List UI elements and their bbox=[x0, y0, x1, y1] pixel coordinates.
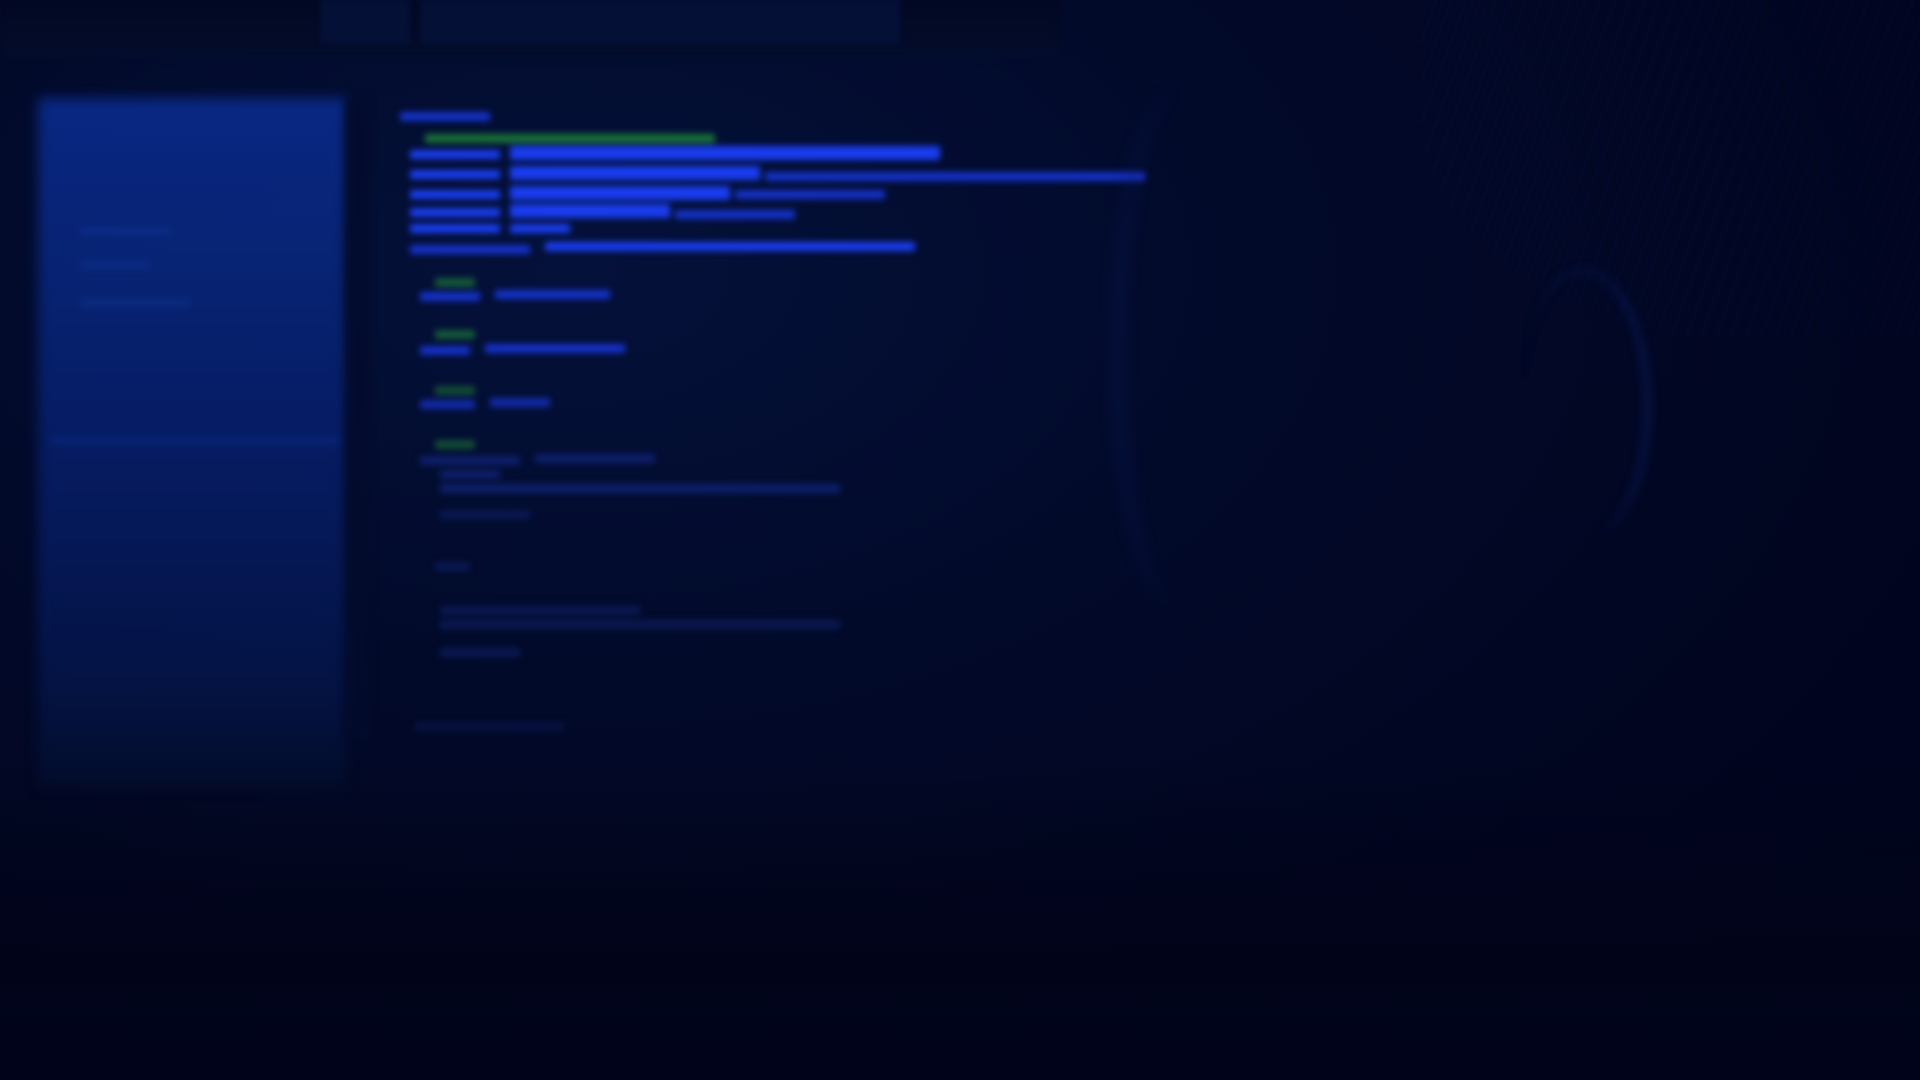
code-line bbox=[510, 146, 940, 160]
code-line bbox=[410, 245, 530, 254]
screen-sidebar-line bbox=[80, 300, 190, 306]
code-line bbox=[410, 170, 500, 179]
code-line bbox=[440, 648, 520, 657]
code-line bbox=[425, 134, 715, 143]
code-line bbox=[495, 290, 610, 299]
code-line bbox=[410, 150, 500, 159]
code-line bbox=[420, 456, 520, 465]
screen-sidebar-divider bbox=[50, 438, 340, 444]
code-line bbox=[440, 510, 530, 519]
code-line bbox=[510, 204, 670, 218]
code-line bbox=[510, 166, 760, 180]
blurred-code-editor bbox=[345, 100, 1155, 780]
code-line bbox=[440, 620, 840, 629]
screen-sidebar-line bbox=[80, 262, 150, 268]
code-line bbox=[510, 186, 730, 200]
code-line bbox=[440, 470, 500, 479]
code-line bbox=[435, 386, 475, 395]
code-line bbox=[440, 606, 640, 615]
code-line bbox=[410, 224, 500, 233]
code-line bbox=[415, 722, 565, 731]
code-line bbox=[435, 330, 475, 339]
code-line bbox=[485, 344, 625, 353]
code-line bbox=[420, 400, 475, 409]
code-gutter bbox=[345, 100, 371, 740]
code-line bbox=[435, 440, 475, 449]
code-line bbox=[545, 242, 915, 251]
code-line bbox=[420, 346, 470, 355]
code-line bbox=[410, 208, 500, 217]
screen-sidebar-line bbox=[80, 228, 170, 234]
code-line bbox=[735, 190, 885, 199]
code-line bbox=[535, 454, 655, 463]
code-line bbox=[400, 112, 490, 121]
bottom-shadow bbox=[0, 760, 1920, 1080]
code-line bbox=[675, 210, 795, 219]
code-line bbox=[420, 292, 480, 301]
code-line bbox=[410, 190, 500, 199]
code-line bbox=[435, 562, 470, 571]
code-line bbox=[440, 484, 840, 493]
code-line bbox=[435, 278, 475, 287]
monitor-top-block-2 bbox=[420, 0, 900, 44]
code-line bbox=[510, 224, 570, 233]
photo-scene bbox=[0, 0, 1920, 1080]
monitor-top-block-1 bbox=[320, 0, 410, 44]
person-face-profile bbox=[1115, 90, 1241, 610]
code-line bbox=[490, 398, 550, 407]
